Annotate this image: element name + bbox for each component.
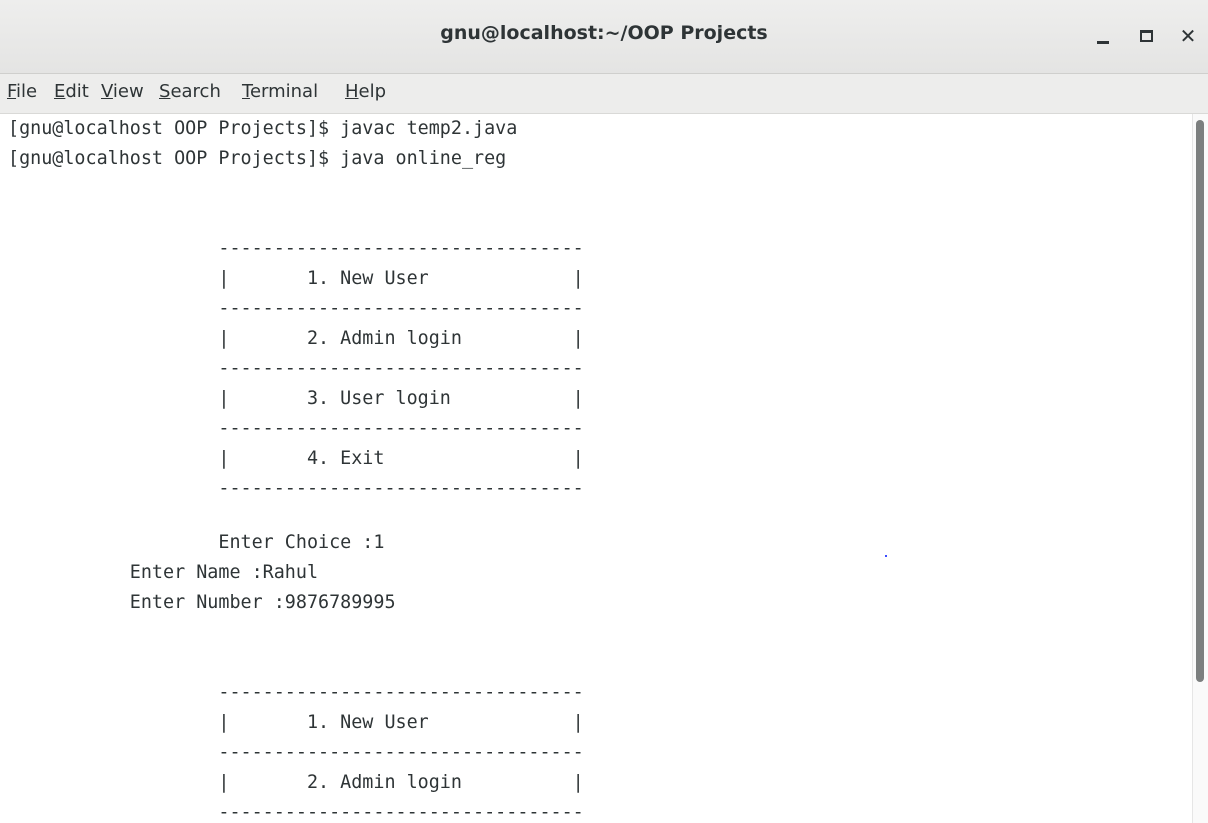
menu-view[interactable]: View xyxy=(101,81,144,102)
menu-help-mnemonic: H xyxy=(345,81,359,102)
menu-file-label: ile xyxy=(16,81,38,102)
enter-choice-line: Enter Choice :1 xyxy=(8,532,385,553)
maximize-icon xyxy=(1139,30,1153,42)
menu-border-line: --------------------------------- xyxy=(8,802,584,823)
title-bar[interactable]: gnu@localhost:~/OOP Projects ✕ xyxy=(0,0,1208,74)
menu-file-mnemonic: F xyxy=(7,81,17,102)
vertical-scrollbar[interactable] xyxy=(1192,114,1208,823)
menu-border-line: --------------------------------- xyxy=(8,478,584,499)
menu-view-label: iew xyxy=(112,81,144,102)
window-title: gnu@localhost:~/OOP Projects xyxy=(440,22,768,44)
menu-option-exit: | 4. Exit | xyxy=(8,448,584,469)
menu-terminal[interactable]: Terminal xyxy=(242,81,318,102)
minimize-button[interactable] xyxy=(1087,20,1119,52)
minimize-icon xyxy=(1097,40,1109,44)
menu-edit-mnemonic: E xyxy=(54,81,66,102)
menu-border-line: --------------------------------- xyxy=(8,682,584,703)
menu-border-line: --------------------------------- xyxy=(8,418,584,439)
terminal-output[interactable]: [gnu@localhost OOP Projects]$ javac temp… xyxy=(0,114,1192,823)
menu-search-mnemonic: S xyxy=(159,81,171,102)
menu-border-line: --------------------------------- xyxy=(8,358,584,379)
menu-help-label: elp xyxy=(358,81,387,102)
stray-cursor-dot xyxy=(885,555,887,557)
menu-edit-label: dit xyxy=(65,81,89,102)
menu-border-line: --------------------------------- xyxy=(8,742,584,763)
menu-file[interactable]: File xyxy=(7,81,37,102)
menu-option-new-user: | 1. New User | xyxy=(8,712,584,733)
close-icon: ✕ xyxy=(1179,24,1197,48)
menu-terminal-label: erminal xyxy=(249,81,319,102)
menu-option-new-user: | 1. New User | xyxy=(8,268,584,289)
enter-number-line: Enter Number :9876789995 xyxy=(8,592,396,613)
menu-bar: File Edit View Search Terminal Help xyxy=(0,74,1208,114)
close-button[interactable]: ✕ xyxy=(1172,20,1204,52)
menu-border-line: --------------------------------- xyxy=(8,298,584,319)
scrollbar-thumb[interactable] xyxy=(1196,120,1204,682)
menu-border-line: --------------------------------- xyxy=(8,238,584,259)
menu-help[interactable]: Help xyxy=(345,81,386,102)
terminal-line: [gnu@localhost OOP Projects]$ javac temp… xyxy=(8,118,518,139)
menu-option-admin-login: | 2. Admin login | xyxy=(8,328,584,349)
menu-edit[interactable]: Edit xyxy=(54,81,89,102)
terminal-window: gnu@localhost:~/OOP Projects ✕ File Edit… xyxy=(0,0,1208,823)
menu-search[interactable]: Search xyxy=(159,81,221,102)
enter-name-line: Enter Name :Rahul xyxy=(8,562,319,583)
menu-option-user-login: | 3. User login | xyxy=(8,388,584,409)
menu-search-label: earch xyxy=(170,81,221,102)
terminal-line: [gnu@localhost OOP Projects]$ java onlin… xyxy=(8,148,507,169)
maximize-button[interactable] xyxy=(1130,20,1162,52)
menu-terminal-mnemonic: T xyxy=(242,81,250,102)
menu-view-mnemonic: V xyxy=(101,81,113,102)
menu-option-admin-login: | 2. Admin login | xyxy=(8,772,584,793)
